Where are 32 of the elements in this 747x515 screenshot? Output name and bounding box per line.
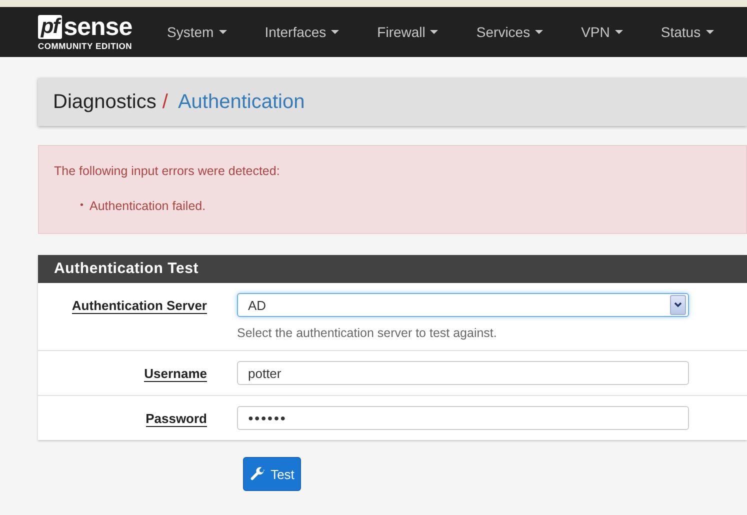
- nav-menu-item[interactable]: System: [153, 24, 241, 40]
- chevron-down-icon: [670, 295, 686, 315]
- field-label: Authentication Server: [72, 298, 207, 314]
- panel-title: Authentication Test: [38, 255, 747, 283]
- help-text: Select the authentication server to test against.: [237, 326, 498, 340]
- test-button[interactable]: Test: [243, 457, 301, 491]
- username-field[interactable]: potter: [237, 361, 689, 385]
- bullet-mark: •: [80, 199, 84, 213]
- error-item: Authentication failed.: [90, 198, 206, 214]
- caret-icon: [614, 30, 623, 34]
- breadcrumb-link[interactable]: Diagnostics: [53, 90, 156, 114]
- caret-icon: [218, 30, 227, 34]
- caret-icon: [535, 30, 544, 34]
- nav-menu-item[interactable]: Firewall: [363, 24, 452, 40]
- server-dropdown[interactable]: AD: [237, 293, 689, 317]
- logo-mark: pf: [38, 14, 62, 38]
- caret-icon: [706, 30, 714, 34]
- wrench-icon: [250, 466, 266, 482]
- caret-icon: [331, 30, 340, 34]
- breadcrumb-separator: /: [162, 90, 168, 114]
- logo-text: sense: [64, 14, 132, 40]
- field-label: Username: [144, 366, 207, 382]
- caret-icon: [430, 30, 438, 34]
- alert-message: The following input errors were detected:: [54, 164, 281, 178]
- nav-menu-item[interactable]: Status: [646, 24, 728, 40]
- nav-menu-item[interactable]: VPN: [567, 24, 637, 40]
- nav-menu-item[interactable]: Interfaces: [250, 24, 354, 40]
- password-field[interactable]: ●●●●●●: [237, 406, 689, 430]
- nav-menu-item[interactable]: Services: [462, 24, 558, 40]
- page-title: Authentication: [178, 90, 305, 114]
- field-label: Password: [146, 411, 207, 427]
- logo-subtitle: COMMUNITY EDITION: [38, 40, 132, 50]
